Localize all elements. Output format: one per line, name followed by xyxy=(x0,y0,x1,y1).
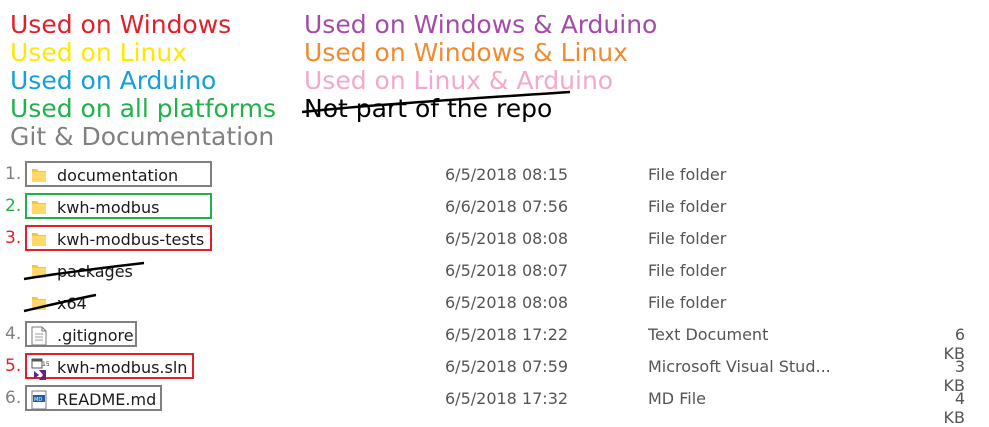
svg-text:MD: MD xyxy=(34,397,42,403)
file-row[interactable]: x64 6/5/2018 08:08 File folder xyxy=(0,287,989,319)
date-modified: 6/5/2018 08:08 xyxy=(445,229,569,248)
file-name: documentation xyxy=(57,166,179,185)
legend-right: Used on Windows & Arduino Used on Window… xyxy=(301,10,658,123)
file-name: README.md xyxy=(57,390,157,409)
row-number: 4. xyxy=(5,324,22,344)
strikethrough-line xyxy=(301,90,571,114)
file-type: File folder xyxy=(648,261,727,280)
legend-windows-arduino: Used on Windows & Arduino xyxy=(304,10,658,39)
file-type: File folder xyxy=(648,165,727,184)
legend-git-documentation: Git & Documentation xyxy=(10,122,275,151)
row-number: 3. xyxy=(5,228,22,248)
file-row[interactable]: 6. MD README.md 6/5/2018 17:32 MD File 4… xyxy=(0,383,989,427)
text-document-icon xyxy=(31,326,47,346)
legend-not-in-repo: Not part of the repo xyxy=(301,90,657,123)
legend-left: Used on Windows Used on Linux Used on Ar… xyxy=(10,10,277,151)
file-name-cell[interactable]: MD README.md xyxy=(25,385,162,411)
file-type: File folder xyxy=(648,293,727,312)
strikethrough-line xyxy=(23,261,145,281)
row-number: 1. xyxy=(5,164,22,184)
file-name: .gitignore xyxy=(57,326,134,345)
date-modified: 6/5/2018 17:22 xyxy=(445,325,569,344)
legend-arduino: Used on Arduino xyxy=(10,66,217,95)
date-modified: 6/6/2018 07:56 xyxy=(445,197,569,216)
visual-studio-solution-icon: 15 xyxy=(31,358,50,380)
file-name-cell[interactable]: 15 kwh-modbus.sln xyxy=(25,353,194,380)
date-modified: 6/5/2018 07:59 xyxy=(445,357,569,376)
legend-linux-arduino: Used on Linux & Arduino xyxy=(304,66,614,95)
file-row[interactable]: 5. 15 kwh-modbus.sln 6/5/2018 07:59 Micr… xyxy=(0,351,989,395)
date-modified: 6/5/2018 08:15 xyxy=(445,165,569,184)
file-name-cell[interactable]: documentation xyxy=(25,161,212,187)
file-type: Microsoft Visual Stud... xyxy=(648,357,831,376)
legend-not-in-repo-text: Not part of the repo xyxy=(301,90,571,123)
strikethrough-line xyxy=(23,293,97,313)
file-name: kwh-modbus-tests xyxy=(57,230,205,249)
row-number: 5. xyxy=(5,356,22,376)
date-modified: 6/5/2018 17:32 xyxy=(445,389,569,408)
file-row[interactable]: 2. kwh-modbus 6/6/2018 07:56 File folder xyxy=(0,191,989,223)
legend-windows: Used on Windows xyxy=(10,10,232,39)
file-row[interactable]: 3. kwh-modbus-tests 6/5/2018 08:08 File … xyxy=(0,223,989,255)
row-number: 6. xyxy=(5,388,22,408)
legend-all-platforms: Used on all platforms xyxy=(10,94,277,123)
folder-icon xyxy=(31,198,47,216)
legend-windows-linux: Used on Windows & Linux xyxy=(304,38,628,67)
file-size: 4 KB xyxy=(943,389,965,427)
file-row[interactable]: 4. .gitignore 6/5/2018 17:22 Text Docume… xyxy=(0,319,989,363)
file-name-cell[interactable]: kwh-modbus-tests xyxy=(25,225,212,251)
file-name-cell[interactable]: .gitignore xyxy=(25,321,137,347)
file-row[interactable]: 1. documentation 6/5/2018 08:15 File fol… xyxy=(0,159,989,191)
row-number: 2. xyxy=(5,196,22,216)
folder-icon xyxy=(31,230,47,248)
file-type: MD File xyxy=(648,389,706,408)
date-modified: 6/5/2018 08:07 xyxy=(445,261,569,280)
file-type: Text Document xyxy=(648,325,769,344)
file-type: File folder xyxy=(648,229,727,248)
file-row[interactable]: packages 6/5/2018 08:07 File folder xyxy=(0,255,989,287)
date-modified: 6/5/2018 08:08 xyxy=(445,293,569,312)
svg-text:15: 15 xyxy=(42,361,49,368)
file-name: kwh-modbus xyxy=(57,198,160,217)
folder-icon xyxy=(31,166,47,184)
markdown-file-icon: MD xyxy=(31,390,47,410)
file-name-cell[interactable]: kwh-modbus xyxy=(25,193,212,219)
file-type: File folder xyxy=(648,197,727,216)
legend-linux: Used on Linux xyxy=(10,38,187,67)
file-name: kwh-modbus.sln xyxy=(57,358,188,377)
